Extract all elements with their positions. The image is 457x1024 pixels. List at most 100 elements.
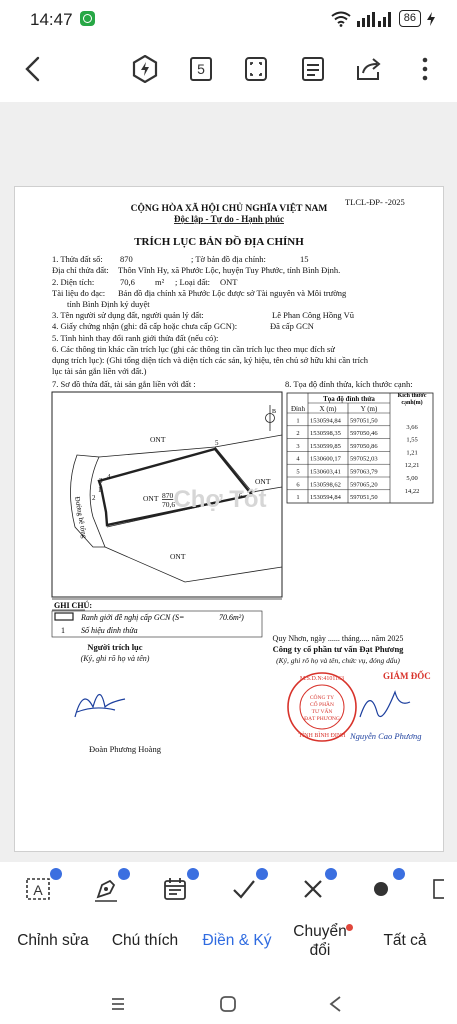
stamp-bottom: TỈNH BÌNH ĐỊNH [299,731,347,739]
page-count: 5 [197,61,205,77]
other-info-3: lục tài sản gắn liền với đất.) [52,366,147,376]
edge-length: 1,55 [406,437,417,444]
battery-indicator: 86 [398,10,421,27]
filled-circle-icon [374,882,388,896]
recent-apps-icon[interactable] [108,994,128,1014]
badge-dot [393,868,405,880]
system-nav-bar [0,990,457,1024]
coord-cell-x: 1530598,35 [310,430,341,437]
rectangle-tool[interactable] [430,872,457,906]
badge-dot [187,868,199,880]
tab-annotate[interactable]: Chú thích [102,932,188,950]
more-options-button[interactable] [410,54,440,84]
status-bar: 14:47 86 [0,0,457,40]
cross-tool[interactable] [295,868,337,906]
clock: 14:47 [30,10,73,29]
back-nav-icon[interactable] [326,994,346,1014]
system-icons: 86 [331,10,435,27]
page-count-box: 5 [190,57,212,81]
watermark: Chợ Tốt [173,486,266,513]
cert-label: 4. Giấy chứng nhận (ghi: đã cấp hoặc chư… [52,321,237,331]
coord-cell-x: 1530594,84 [310,417,342,424]
edge-length: 12,21 [405,462,420,469]
coord-cell-y: 597052,03 [350,456,378,463]
right-sign-name: Nguyễn Cao Phương [349,731,422,741]
tab-fill-sign[interactable]: Điền & Ký [192,932,282,950]
vertex-4: 4 [107,473,111,481]
mode-tabs: Chỉnh sửa Chú thích Điền & Ký Chuyển đổi… [0,920,457,980]
back-arrow-icon [25,56,40,82]
coord-cell-x: 1530600,17 [310,456,342,463]
tab-all[interactable]: Tất cả [365,932,445,950]
area-label: 2. Diện tích: [52,277,94,287]
bottom-toolbar: A Chỉnh sửa Chú thích Điền & Ký Chuyển đ… [0,862,457,1024]
top-toolbar: 5 [0,40,457,102]
left-sign-note: (Ký, ghi rõ họ và tên) [81,654,150,663]
coord-cell-dinh: 1 [296,494,299,501]
page-content: TLCL-ĐP- -2025 CỘNG HÒA XÃ HỘI CHỦ NGHĨA… [51,197,434,754]
vertex-2: 2 [92,494,96,502]
wifi-icon [331,11,351,27]
edge-length: 1,21 [406,449,417,456]
tab-convert[interactable]: Chuyển đổi [285,922,355,960]
document-list-icon [302,57,324,81]
coord-cell-y: 597051,50 [350,417,378,424]
date-tool[interactable] [157,868,199,906]
reader-mode-button[interactable] [298,54,328,84]
area-unit: m² [155,277,165,287]
nation-title: CỘNG HÒA XÃ HỘI CHỦ NGHĨA VIỆT NAM [131,201,328,214]
app-notification-icon [80,11,95,26]
ai-assistant-button[interactable] [130,54,160,84]
back-button[interactable] [18,54,48,84]
calendar-icon [164,878,186,900]
coordinate-table: Tọa độ đỉnh thửa Đỉnh X (m) Y (m) Kích t… [286,392,434,504]
lightning-hexagon-icon [132,55,158,83]
signature-tool[interactable] [88,868,130,906]
tab-all-label: Tất cả [383,932,427,949]
right-signature [359,690,411,718]
legend-boundary: Ranh giới đề nghị cấp GCN (S= [80,613,184,622]
vertex-3: 3 [99,477,103,485]
vertex-1: 1 [98,486,102,494]
tab-fill-sign-label: Điền & Ký [202,932,272,949]
owner-label: 3. Tên người sử dụng đất, người quản lý … [52,310,204,320]
dot-tool[interactable] [363,868,405,906]
landtype-value: ONT [220,277,238,287]
share-button[interactable] [354,54,384,84]
document-page: TLCL-ĐP- -2025 CỘNG HÒA XÃ HỘI CHỦ NGHĨA… [14,186,444,852]
date-line: Quy Nhơn, ngày ...... tháng..... năm 202… [273,634,404,643]
owner-value: Lê Phan Công Hồng Vũ [272,310,355,320]
left-sign-title: Người trích lục [87,642,142,652]
parcel-value: 870 [120,254,133,264]
tab-edit[interactable]: Chỉnh sửa [10,932,96,950]
badge-dot [118,868,130,880]
landtype-label: ; Loại đất: [175,277,210,287]
edge-length: 3,66 [406,424,418,431]
north-label: B [272,409,276,415]
svg-text:A: A [33,882,43,898]
sheet-value: 15 [300,254,309,264]
coord-cell-y: 597050,46 [350,430,378,437]
sheet-label: ; Tờ bản đồ địa chính: [191,254,266,264]
coord-col-x: X (m) [320,405,338,413]
cert-value: Đã cấp GCN [270,321,314,331]
text-box-tool[interactable]: A [20,868,62,906]
fullscreen-button[interactable] [241,54,271,84]
coord-cell-dinh: 3 [296,443,299,450]
coord-cell-dinh: 6 [296,481,300,488]
coord-section-title: 8. Tọa độ đỉnh thửa, kích thước cạnh: [285,379,413,389]
document-viewer[interactable]: TLCL-ĐP- -2025 CỘNG HÒA XÃ HỘI CHỦ NGHĨA… [0,102,457,862]
boundary-change: 5. Tình hình thay đổi ranh giới thửa đất… [52,333,218,343]
home-icon[interactable] [218,994,238,1014]
right-sign-note: (Ký, ghi rõ họ và tên, chức vụ, đóng dấu… [276,656,400,665]
badge-dot [50,868,62,880]
text-box-icon: A [26,878,50,900]
map-section-title: 7. Sơ đồ thửa đất, tài sản gắn liền với … [52,379,196,389]
check-icon [233,880,255,899]
signature-block: Người trích lục (Ký, ghi rõ họ và tên) Đ… [74,634,431,754]
page-count-button[interactable]: 5 [186,54,216,84]
left-sign-name: Đoàn Phương Hoàng [89,744,162,754]
checkmark-tool[interactable] [226,868,268,906]
legend-title: GHI CHÚ: [54,600,92,610]
expand-icon [245,57,267,81]
